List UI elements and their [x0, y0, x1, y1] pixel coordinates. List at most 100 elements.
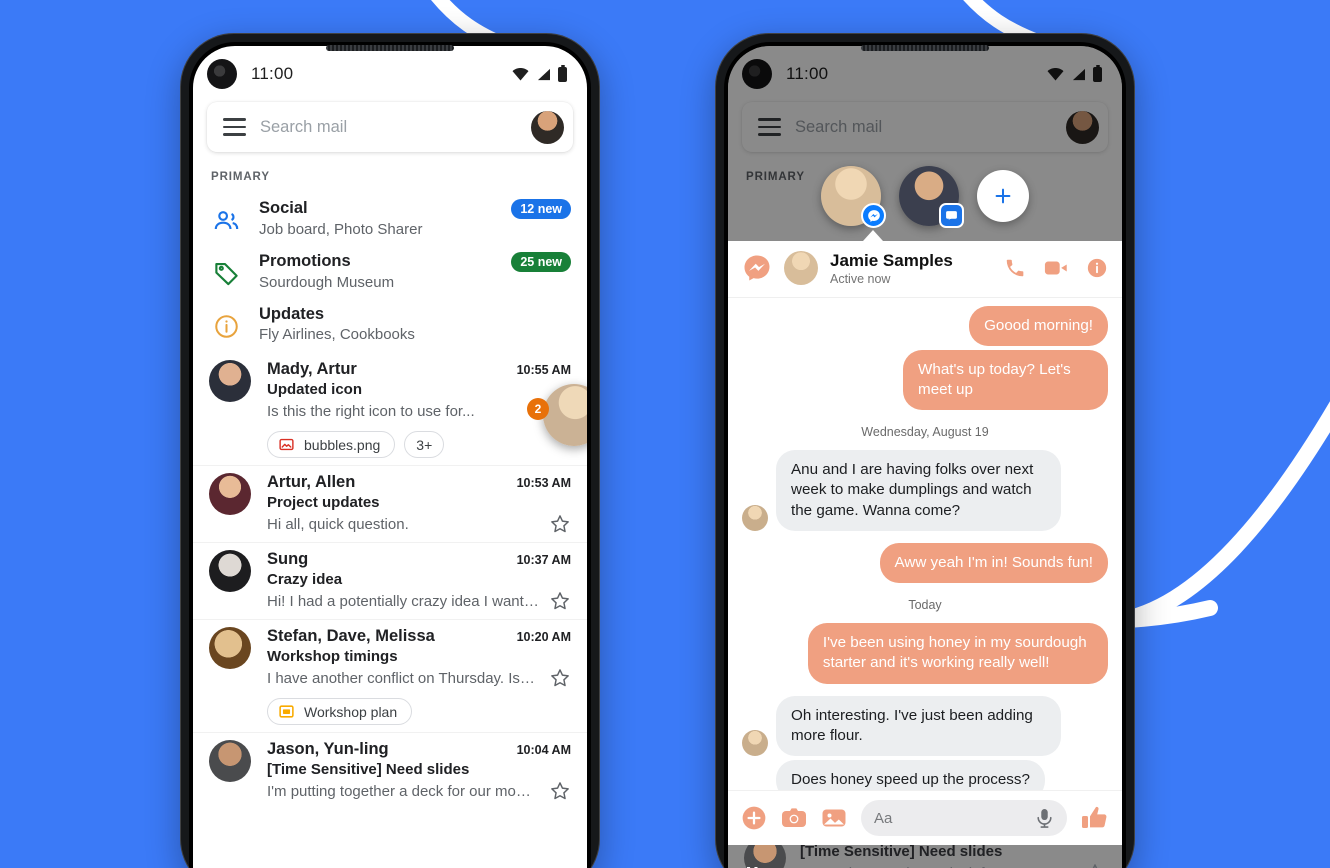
- search-bar[interactable]: Search mail: [207, 102, 573, 152]
- message-row: Does honey speed up the process?: [742, 759, 1108, 790]
- email-subject: Updated icon: [267, 381, 363, 398]
- email-snippet: I'm putting together a deck for our mont…: [800, 865, 1074, 868]
- email-time: 10:55 AM: [516, 363, 571, 377]
- thumbs-up-icon[interactable]: [1081, 805, 1109, 831]
- star-icon[interactable]: [549, 513, 571, 535]
- email-list: Social 12 new Job board, Photo Sharer Pr…: [193, 192, 587, 809]
- status-bar: 11:00: [193, 46, 587, 102]
- message-thread[interactable]: Goood morning! What's up today? Let's me…: [728, 298, 1122, 790]
- plus-icon: [995, 188, 1011, 204]
- category-subtitle: Job board, Photo Sharer: [259, 221, 423, 238]
- slides-file-icon: [279, 705, 294, 718]
- screenshot-stage: 11:00 Search mail PRIMARY Social 12 new …: [0, 0, 1330, 868]
- tag-icon: [209, 256, 243, 290]
- star-icon[interactable]: [549, 780, 571, 802]
- avatar: [209, 360, 251, 402]
- contact-status: Active now: [830, 271, 891, 286]
- avatar-spacer: [742, 774, 768, 790]
- email-time: 10:20 AM: [516, 630, 571, 644]
- table-row[interactable]: Jason, Yun-ling 10:04 AM [Time Sensitive…: [193, 733, 587, 809]
- message-bubble-incoming: Oh interesting. I've just been adding mo…: [776, 695, 1062, 756]
- info-icon[interactable]: [1086, 257, 1108, 279]
- message-input[interactable]: Aa: [861, 800, 1067, 836]
- message-composer: Aa: [728, 790, 1122, 845]
- voice-call-icon[interactable]: [1004, 257, 1026, 279]
- message-bubble-outgoing: Aww yeah I'm in! Sounds fun!: [879, 542, 1108, 584]
- table-row[interactable]: Sung 10:37 AM Crazy idea Hi! I had a pot…: [193, 543, 587, 619]
- message-bubble-incoming: Anu and I are having folks over next wee…: [776, 450, 1062, 531]
- avatar[interactable]: [784, 251, 818, 286]
- avatar: [209, 740, 251, 782]
- signal-icon: [537, 68, 550, 80]
- attachment-chip[interactable]: bubbles.png: [267, 431, 396, 458]
- email-time: 10:04 AM: [516, 743, 571, 757]
- messenger-icon: [861, 203, 886, 228]
- camera-icon[interactable]: [781, 806, 807, 830]
- battery-icon: [558, 66, 567, 82]
- table-row[interactable]: Stefan, Dave, Melissa 10:20 AM Workshop …: [193, 620, 587, 732]
- section-label-primary: PRIMARY: [211, 171, 270, 183]
- bubble-pointer: [863, 230, 883, 241]
- message-row: Aww yeah I'm in! Sounds fun!: [742, 542, 1108, 584]
- hamburger-icon[interactable]: [223, 118, 246, 136]
- star-icon[interactable]: [549, 667, 571, 689]
- chat-heads-row: [728, 166, 1122, 228]
- star-icon[interactable]: [549, 590, 571, 612]
- category-subtitle: Sourdough Museum: [259, 274, 395, 291]
- category-row-updates[interactable]: Updates Fly Airlines, Cookbooks: [193, 298, 587, 350]
- avatar: [742, 729, 768, 756]
- email-snippet: I'm putting together a deck for our mont…: [267, 782, 539, 800]
- message-row: Oh interesting. I've just been adding mo…: [742, 695, 1108, 756]
- email-snippet: Is this the right icon to use for...: [267, 402, 475, 420]
- add-bubble-button[interactable]: [977, 170, 1029, 222]
- date-separator: Today: [908, 598, 942, 613]
- category-title: Updates: [259, 305, 325, 323]
- manage-bubbles-button[interactable]: Manage: [746, 864, 802, 868]
- attachment-more-chip[interactable]: 3+: [404, 431, 445, 458]
- email-sender: Mady, Artur: [267, 360, 357, 378]
- people-icon: [209, 203, 243, 237]
- chat-head-unread-count: 2: [527, 398, 549, 420]
- gallery-icon[interactable]: [821, 806, 847, 830]
- email-subject: Project updates: [267, 494, 380, 511]
- avatar: [742, 504, 768, 531]
- table-row[interactable]: Artur, Allen 10:53 AM Project updates Hi…: [193, 466, 587, 542]
- info-icon: [209, 309, 243, 343]
- category-badge: 12 new: [511, 199, 571, 219]
- microphone-icon[interactable]: [1035, 808, 1054, 829]
- email-time: 10:53 AM: [516, 476, 571, 490]
- conversation-header: Jamie Samples Active now: [728, 241, 1122, 298]
- contact-name: Jamie Samples: [830, 251, 953, 270]
- email-snippet: I have another conflict on Thursday. Is …: [267, 669, 539, 687]
- message-row: What's up today? Let's meet up: [742, 349, 1108, 411]
- category-badge: 25 new: [511, 252, 571, 272]
- front-camera-punchhole: [207, 59, 237, 89]
- avatar: [209, 473, 251, 515]
- email-sender: Stefan, Dave, Melissa: [267, 627, 435, 645]
- plus-circle-icon[interactable]: [741, 805, 767, 831]
- right-phone-bezel: 11:00 Search mail PRIMARY [Time Sensitiv…: [724, 42, 1126, 868]
- attachment-label: bubbles.png: [304, 436, 381, 453]
- chat-head-jamie[interactable]: [821, 166, 886, 228]
- video-call-icon[interactable]: [1044, 258, 1068, 278]
- star-icon[interactable]: [1084, 862, 1106, 868]
- category-title: Social: [259, 199, 308, 217]
- chat-head-second-contact[interactable]: [899, 166, 964, 228]
- attachment-chip[interactable]: Workshop plan: [267, 698, 413, 725]
- email-time: 10:37 AM: [516, 553, 571, 567]
- category-row-promotions[interactable]: Promotions 25 new Sourdough Museum: [193, 245, 587, 298]
- message-bubble-outgoing: I've been using honey in my sourdough st…: [807, 623, 1108, 684]
- account-avatar[interactable]: [531, 110, 564, 144]
- image-file-icon: [279, 438, 294, 451]
- right-phone-frame: 11:00 Search mail PRIMARY [Time Sensitiv…: [715, 33, 1135, 868]
- conversation-panel: Jamie Samples Active now Goood morning!: [728, 241, 1122, 845]
- category-row-social[interactable]: Social 12 new Job board, Photo Sharer: [193, 192, 587, 245]
- message-bubble-incoming: Does honey speed up the process?: [776, 759, 1045, 790]
- search-input[interactable]: Search mail: [260, 118, 517, 137]
- left-phone-frame: 11:00 Search mail PRIMARY Social 12 new …: [180, 33, 600, 868]
- email-subject: [Time Sensitive] Need slides: [267, 761, 470, 778]
- email-snippet: Hi all, quick question.: [267, 515, 409, 533]
- message-row: Goood morning!: [742, 305, 1108, 346]
- earpiece-speaker: [861, 45, 989, 51]
- message-bubble-outgoing: What's up today? Let's meet up: [903, 349, 1108, 411]
